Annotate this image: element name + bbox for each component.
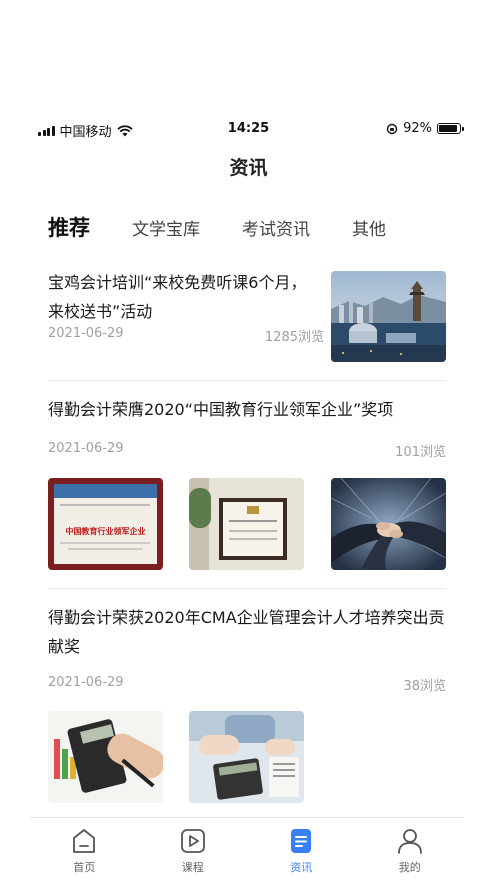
battery-fill [439, 125, 458, 132]
article-thumbnail [189, 711, 304, 803]
divider [48, 588, 446, 589]
article-thumbnail [189, 478, 304, 570]
article-views: 101浏览 [395, 445, 446, 460]
page-title: 资讯 [229, 157, 268, 179]
status-right: 92% [386, 121, 464, 136]
user-icon [397, 829, 422, 854]
article-date: 2021-06-29 [48, 675, 124, 690]
article-thumbnail [331, 271, 446, 362]
tabbar-item-news[interactable]: 资讯 [247, 818, 356, 883]
play-icon [180, 829, 205, 853]
article-item[interactable]: 宝鸡会计培训“来校免费听课6个月，来校送书”活动 2021-06-29 1285… [48, 268, 446, 364]
article-meta: 2021-06-29 101浏览 [48, 441, 446, 460]
tabbar-item-mine[interactable]: 我的 [356, 818, 465, 883]
article-date: 2021-06-29 [48, 441, 124, 456]
tabbar-label: 课程 [181, 861, 204, 874]
battery-icon [437, 123, 464, 134]
divider [48, 380, 446, 381]
article-title: 得勤会计荣获2020年CMA企业管理会计人才培养突出贡献奖 [48, 608, 445, 656]
news-icon [291, 829, 312, 853]
tab-other[interactable]: 其他 [352, 215, 386, 240]
article-thumbnail [48, 711, 163, 803]
status-bar: 中国移动 14:25 92% [0, 118, 497, 140]
article-item[interactable]: 得勤会计荣膺2020“中国教育行业领军企业”奖项 2021-06-29 101浏… [48, 395, 446, 571]
category-tabs: 推荐 文学宝库 考试资讯 其他 [48, 212, 386, 242]
tabbar-label: 首页 [73, 861, 96, 874]
article-views: 1285浏览 [264, 330, 324, 345]
tab-exam-news[interactable]: 考试资讯 [242, 215, 310, 240]
tabbar-label: 我的 [398, 861, 421, 874]
article-thumbnail [331, 478, 446, 570]
article-date: 2021-06-29 [48, 326, 124, 341]
battery-percent: 92% [403, 121, 432, 136]
tab-literature[interactable]: 文学宝库 [132, 215, 200, 240]
home-icon [73, 829, 96, 853]
tabbar-label: 资讯 [290, 861, 313, 874]
certificate-text: 中国教育行业领军企业 [65, 527, 146, 536]
bottom-tab-bar: 首页 课程 资讯 我的 [30, 817, 464, 883]
tabbar-item-home[interactable]: 首页 [30, 818, 139, 883]
article-title: 宝鸡会计培训“来校免费听课6个月，来校送书”活动 [48, 273, 307, 321]
article-title: 得勤会计荣膺2020“中国教育行业领军企业”奖项 [48, 400, 394, 419]
article-item[interactable]: 得勤会计荣获2020年CMA企业管理会计人才培养突出贡献奖 2021-06-29… [48, 603, 446, 803]
article-views: 38浏览 [403, 679, 446, 694]
orientation-lock-icon [386, 123, 398, 134]
tabbar-item-courses[interactable]: 课程 [139, 818, 248, 883]
article-thumbnail: 中国教育行业领军企业 [48, 478, 163, 570]
article-meta: 2021-06-29 38浏览 [48, 675, 446, 694]
tab-recommend[interactable]: 推荐 [48, 212, 90, 242]
